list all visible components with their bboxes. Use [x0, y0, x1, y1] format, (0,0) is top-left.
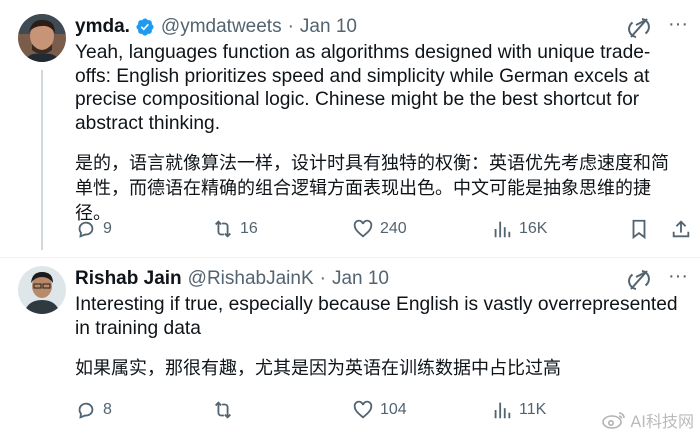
retweet-count: 16 — [240, 220, 258, 237]
retweet-icon — [215, 401, 231, 419]
share-button[interactable] — [670, 216, 698, 242]
like-button[interactable]: 104 — [352, 397, 407, 423]
separator-dot: · — [319, 268, 326, 289]
reply-icon — [78, 402, 94, 419]
tweet-date[interactable]: Jan 10 — [332, 268, 389, 290]
reply-count: 8 — [103, 401, 112, 418]
retweet-icon — [215, 220, 231, 238]
like-count: 240 — [380, 220, 407, 237]
grok-icon[interactable] — [627, 16, 651, 40]
views-icon — [494, 221, 511, 238]
like-button[interactable]: 240 — [352, 216, 407, 242]
avatar[interactable] — [18, 14, 66, 62]
views-button[interactable]: 11K — [491, 397, 546, 423]
tweet-actions: 8 104 11K — [75, 397, 686, 423]
watermark-text: AI科技网 — [630, 412, 694, 431]
author-name[interactable]: ymda. — [75, 16, 130, 38]
retweet-button[interactable]: 16 — [212, 216, 258, 242]
tweet-rishab-jain[interactable]: Rishab Jain @RishabJainK · Jan 10 ··· In… — [0, 258, 700, 438]
tweet-text-chinese: 是的，语言就像算法一样，设计时具有独特的权衡：英语优先考虑速度和简单性，而德语在… — [75, 153, 669, 224]
reply-button[interactable]: 9 — [75, 216, 112, 242]
retweet-button[interactable] — [212, 397, 240, 423]
tweet-ymda[interactable]: ymda. @ymdatweets · Jan 10 ··· Yeah, lan… — [0, 0, 700, 258]
views-count: 11K — [519, 401, 547, 418]
author-handle[interactable]: @ymdatweets — [161, 16, 282, 38]
author-handle[interactable]: @RishabJainK — [188, 268, 314, 290]
views-icon — [494, 402, 511, 419]
tweet-actions: 9 16 240 16K — [75, 216, 690, 242]
author-name[interactable]: Rishab Jain — [75, 268, 182, 290]
grok-icon[interactable] — [627, 268, 651, 292]
separator-dot: · — [287, 16, 294, 37]
like-count: 104 — [380, 401, 407, 418]
reply-icon — [78, 221, 94, 238]
tweet-date[interactable]: Jan 10 — [300, 16, 357, 38]
avatar[interactable] — [18, 266, 66, 314]
weibo-logo-icon — [602, 412, 626, 429]
tweet-text-chinese: 如果属实，那很有趣，尤其是因为英语在训练数据中占比过高 — [75, 358, 561, 379]
more-options-button[interactable]: ··· — [666, 266, 690, 290]
bookmark-button[interactable] — [628, 216, 656, 242]
watermark: AI科技网 — [601, 408, 694, 432]
verified-badge-icon — [136, 18, 154, 36]
views-count: 16K — [519, 220, 548, 237]
share-icon — [672, 220, 690, 238]
reply-button[interactable]: 8 — [75, 397, 112, 423]
like-icon — [353, 219, 373, 238]
like-icon — [353, 400, 373, 419]
views-button[interactable]: 16K — [491, 216, 547, 242]
more-options-button[interactable]: ··· — [666, 14, 690, 38]
bookmark-icon — [632, 219, 646, 240]
tweet-text-english: Yeah, languages function as algorithms d… — [75, 42, 651, 134]
reply-count: 9 — [103, 220, 112, 237]
tweet-text-english: Interesting if true, especially because … — [75, 294, 678, 339]
